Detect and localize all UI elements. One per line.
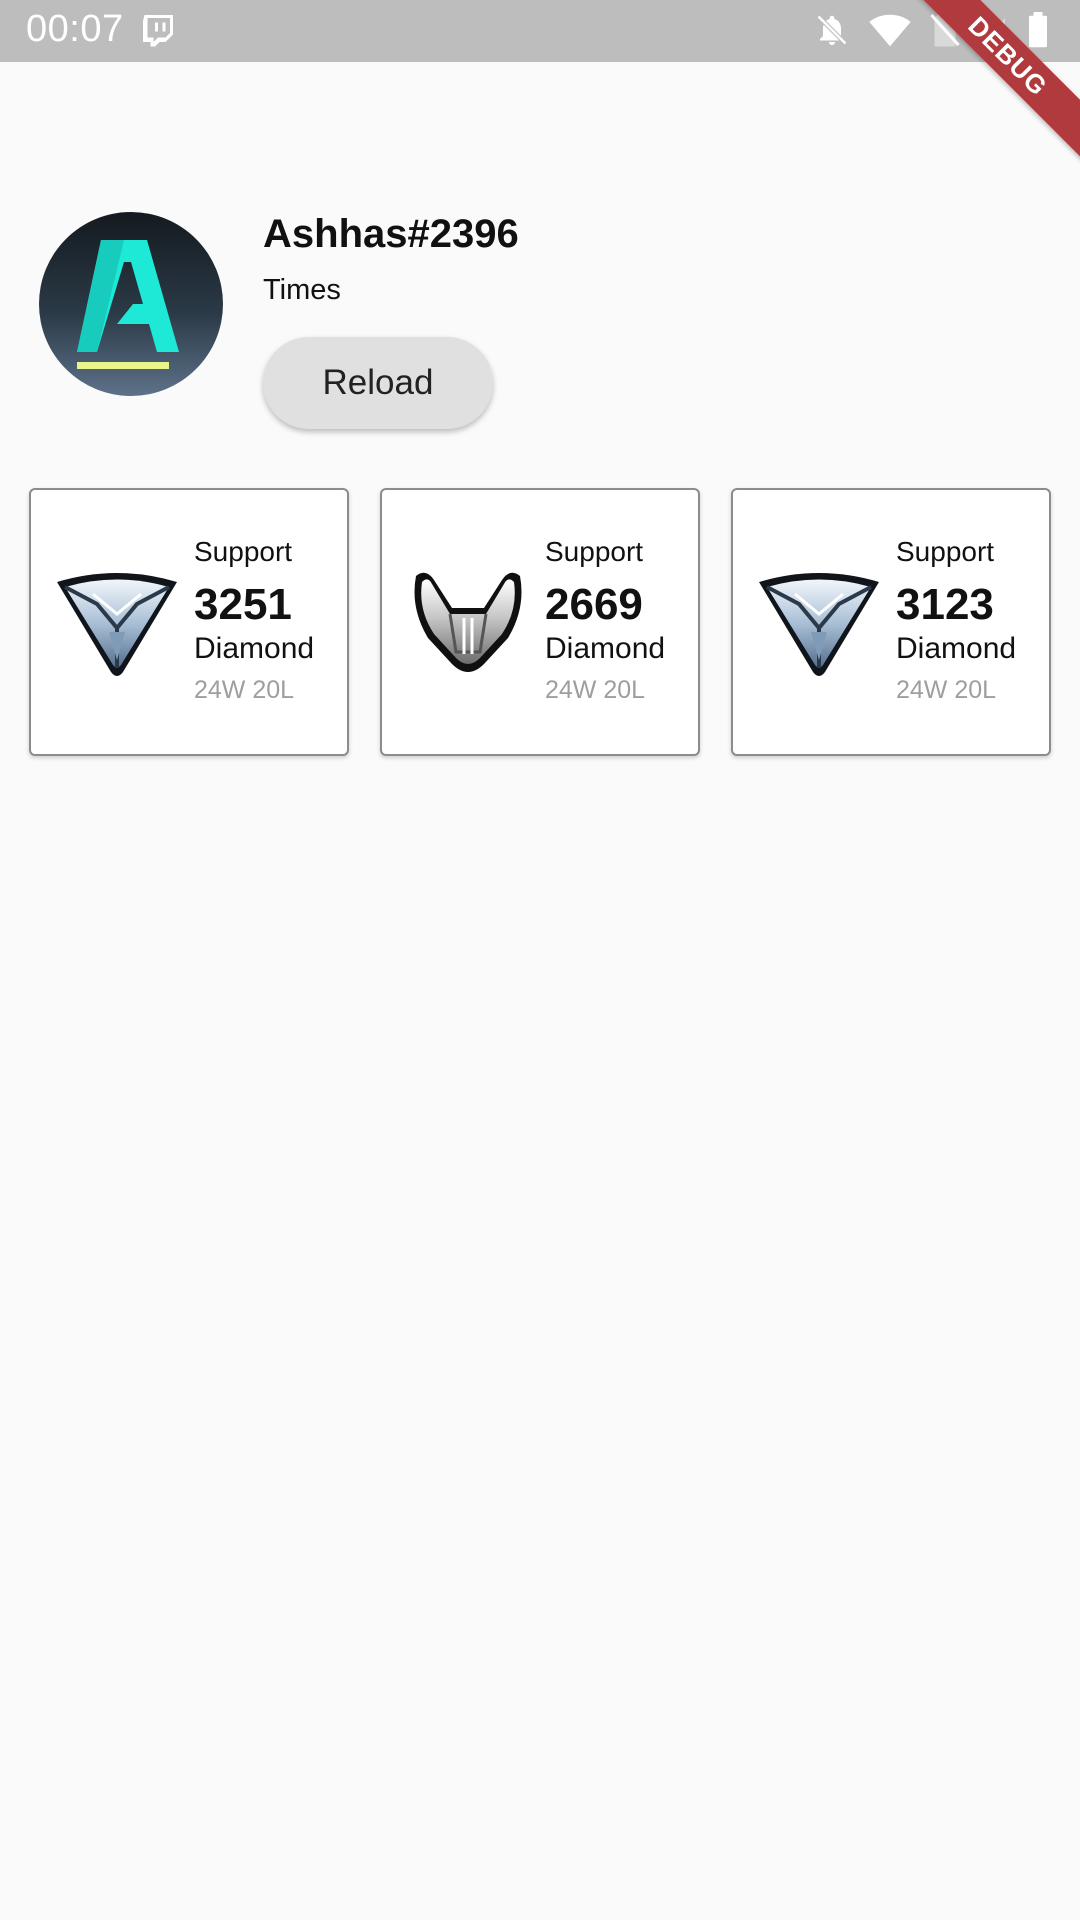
card-tier: Diamond [545,632,666,665]
wifi-icon [868,12,912,48]
reload-button[interactable]: Reload [263,337,493,429]
card-role: Support [545,536,644,567]
card-record: 24W 20L [545,676,646,704]
avatar [39,212,223,396]
card-tier: Diamond [194,632,315,665]
card-skill-rating: 3123 [896,580,994,629]
card-role: Support [896,536,995,567]
status-time: 00:07 [26,8,124,50]
battery-icon [1026,12,1050,48]
profile-header: Ashhas#2396 Times Reload [0,212,1080,432]
rank-card: Support 3123 Diamond 24W 20L [731,488,1051,756]
twitch-icon [140,12,176,53]
card-record: 24W 20L [194,676,295,704]
rank-cards: Support 3251 Diamond 24W 20L Support 266… [0,488,1080,756]
card-skill-rating: 3251 [194,580,292,629]
card-record: 24W 20L [896,676,997,704]
status-bar: 00:07 [0,0,1080,62]
rank-card: Support 3251 Diamond 24W 20L [29,488,349,756]
silver-rank-icon [404,568,532,680]
notifications-off-icon [814,12,850,48]
card-skill-rating: 2669 [545,580,643,629]
diamond-rank-icon [53,568,181,680]
card-role: Support [194,536,293,567]
rank-card: Support 2669 Diamond 24W 20L [380,488,700,756]
diamond-rank-icon [755,568,883,680]
card-tier: Diamond [896,632,1017,665]
player-team: Times [263,274,341,306]
player-name: Ashhas#2396 [263,212,519,256]
